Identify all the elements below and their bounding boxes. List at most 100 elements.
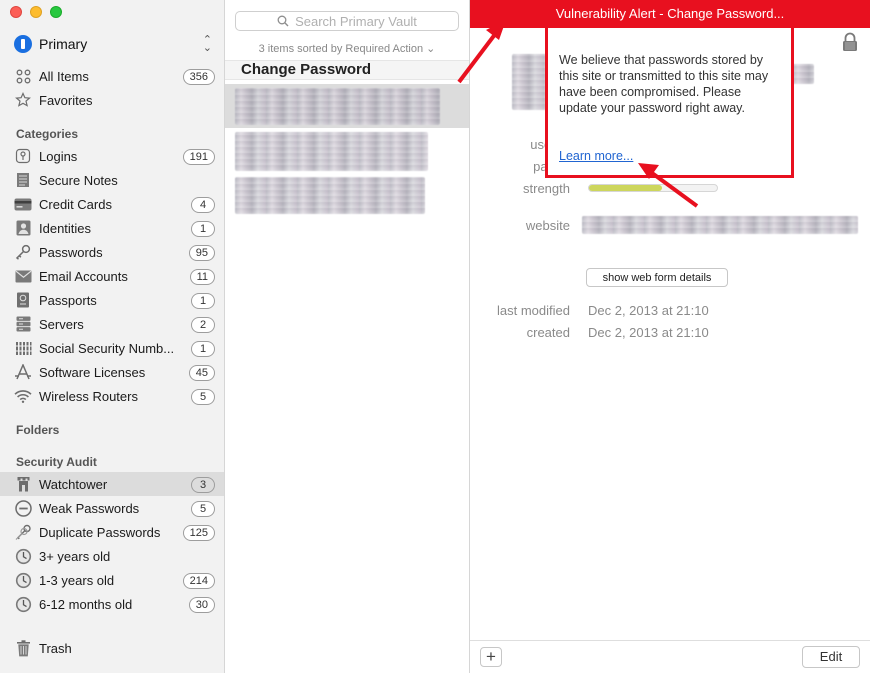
count-badge: 191 xyxy=(182,149,215,165)
sidebar-item-passwords[interactable]: Passwords 95 xyxy=(0,240,224,264)
sidebar-item-3-plus-years-old[interactable]: 3+ years old xyxy=(0,544,224,568)
sidebar-item-identities[interactable]: Identities 1 xyxy=(0,216,224,240)
strength-label: strength xyxy=(523,181,570,196)
sidebar-item-6-12-months-old[interactable]: 6-12 months old 30 xyxy=(0,592,224,616)
list-item[interactable] xyxy=(225,175,469,217)
vulnerability-alert-banner[interactable]: Vulnerability Alert - Change Password... xyxy=(470,0,870,28)
created-label: created xyxy=(526,325,570,340)
sidebar-item-passports[interactable]: Passports 1 xyxy=(0,288,224,312)
search-input[interactable]: Search Primary Vault xyxy=(235,11,459,31)
security-audit-heading: Security Audit xyxy=(16,455,97,469)
sidebar-item-label: 3+ years old xyxy=(39,548,111,564)
show-web-form-details-button[interactable]: show web form details xyxy=(586,268,728,287)
count-badge: 2 xyxy=(191,317,215,333)
sidebar-item-label: 6-12 months old xyxy=(39,596,133,612)
add-item-button[interactable]: + xyxy=(480,647,502,667)
sidebar-item-label: Servers xyxy=(39,316,84,332)
redacted-item-title xyxy=(235,177,425,214)
last-modified-value: Dec 2, 2013 at 21:10 xyxy=(588,303,709,318)
note-icon xyxy=(14,171,32,189)
lock-icon[interactable] xyxy=(842,32,858,55)
sidebar-item-label: Wireless Routers xyxy=(39,388,138,404)
count-badge: 1 xyxy=(191,341,215,357)
key-icon xyxy=(14,147,32,165)
categories-heading: Categories xyxy=(16,127,79,141)
sidebar-item-label: Identities xyxy=(39,220,92,236)
sidebar-item-logins[interactable]: Logins 191 xyxy=(0,144,224,168)
sidebar-item-trash[interactable]: Trash xyxy=(0,636,224,660)
sidebar-item-label: Social Security Numb... xyxy=(39,340,175,356)
sidebar-item-label: Weak Passwords xyxy=(39,500,140,516)
count-badge: 45 xyxy=(188,365,215,381)
duplicate-icon xyxy=(14,523,32,541)
redacted-item-header xyxy=(792,64,814,84)
website-label: website xyxy=(525,218,570,233)
popover-message: We believe that passwords stored by this… xyxy=(559,53,769,115)
sidebar-item-weak-passwords[interactable]: Weak Passwords 5 xyxy=(0,496,224,520)
sidebar-item-label: All Items xyxy=(39,68,89,84)
redacted-website-url[interactable] xyxy=(582,216,858,234)
count-badge: 4 xyxy=(191,197,215,213)
sidebar-item-all-items[interactable]: All Items 356 xyxy=(0,64,224,88)
grid-icon xyxy=(14,67,32,85)
count-badge: 356 xyxy=(182,69,215,85)
envelope-icon xyxy=(14,267,32,285)
sidebar-item-email-accounts[interactable]: Email Accounts 11 xyxy=(0,264,224,288)
list-item[interactable] xyxy=(225,84,469,128)
list-item[interactable] xyxy=(225,130,469,174)
sidebar-item-label: 1-3 years old xyxy=(39,572,115,588)
redacted-item-title xyxy=(235,88,440,125)
sidebar-item-duplicate-passwords[interactable]: Duplicate Passwords 125 xyxy=(0,520,224,544)
vault-selector[interactable]: Primary ⌃ ⌄ xyxy=(14,34,212,54)
clock-icon xyxy=(14,547,32,565)
watchtower-icon xyxy=(14,475,32,493)
clock-icon xyxy=(14,595,32,613)
sort-selector[interactable]: 3 items sorted by Required Action ⌄ xyxy=(225,42,469,55)
chevron-down-icon: ⌄ xyxy=(426,43,436,55)
count-badge: 1 xyxy=(191,221,215,237)
sidebar-item-wireless-routers[interactable]: Wireless Routers 5 xyxy=(0,384,224,408)
sidebar-item-servers[interactable]: Servers 2 xyxy=(0,312,224,336)
folders-heading[interactable]: Folders xyxy=(16,423,59,437)
vulnerability-popover: We believe that passwords stored by this… xyxy=(545,25,794,178)
sidebar-item-label: Passwords xyxy=(39,244,103,260)
vault-name: Primary xyxy=(39,36,88,52)
sidebar-item-1-3-years-old[interactable]: 1-3 years old 214 xyxy=(0,568,224,592)
vault-logo-icon xyxy=(14,35,32,53)
count-badge: 30 xyxy=(188,597,215,613)
sidebar-item-software-licenses[interactable]: Software Licenses 45 xyxy=(0,360,224,384)
learn-more-link[interactable]: Learn more... xyxy=(559,149,633,163)
sidebar-item-social-security-numbers[interactable]: Social Security Numb... 1 xyxy=(0,336,224,360)
app-icon xyxy=(14,363,32,381)
count-badge: 3 xyxy=(191,477,215,493)
wifi-icon xyxy=(14,387,32,405)
sidebar: Primary ⌃ ⌄ All Items 356 Favorites Categ… xyxy=(0,0,225,673)
minimize-window-button[interactable] xyxy=(30,6,42,18)
search-icon xyxy=(277,15,289,27)
sidebar-item-favorites[interactable]: Favorites xyxy=(0,88,224,112)
sidebar-item-label: Logins xyxy=(39,148,78,164)
strength-meter xyxy=(588,184,718,192)
count-badge: 95 xyxy=(188,245,215,261)
item-list-pane: Search Primary Vault 3 items sorted by R… xyxy=(225,0,470,673)
sidebar-item-label: Trash xyxy=(39,640,72,656)
edit-button[interactable]: Edit xyxy=(802,646,860,668)
trash-icon xyxy=(14,639,32,657)
close-window-button[interactable] xyxy=(10,6,22,18)
sidebar-item-label: Favorites xyxy=(39,92,93,108)
sidebar-item-label: Duplicate Passwords xyxy=(39,524,161,540)
star-icon xyxy=(14,91,32,109)
search-placeholder: Search Primary Vault xyxy=(295,13,417,29)
count-badge: 1 xyxy=(191,293,215,309)
server-icon xyxy=(14,315,32,333)
person-icon xyxy=(14,219,32,237)
credit-card-icon xyxy=(14,195,32,213)
count-badge: 5 xyxy=(191,389,215,405)
zoom-window-button[interactable] xyxy=(50,6,62,18)
last-modified-label: last modified xyxy=(497,303,570,318)
sidebar-item-credit-cards[interactable]: Credit Cards 4 xyxy=(0,192,224,216)
sidebar-item-watchtower[interactable]: Watchtower 3 xyxy=(0,472,224,496)
sidebar-item-label: Credit Cards xyxy=(39,196,112,212)
sidebar-item-secure-notes[interactable]: Secure Notes xyxy=(0,168,224,192)
window-controls xyxy=(10,6,62,18)
